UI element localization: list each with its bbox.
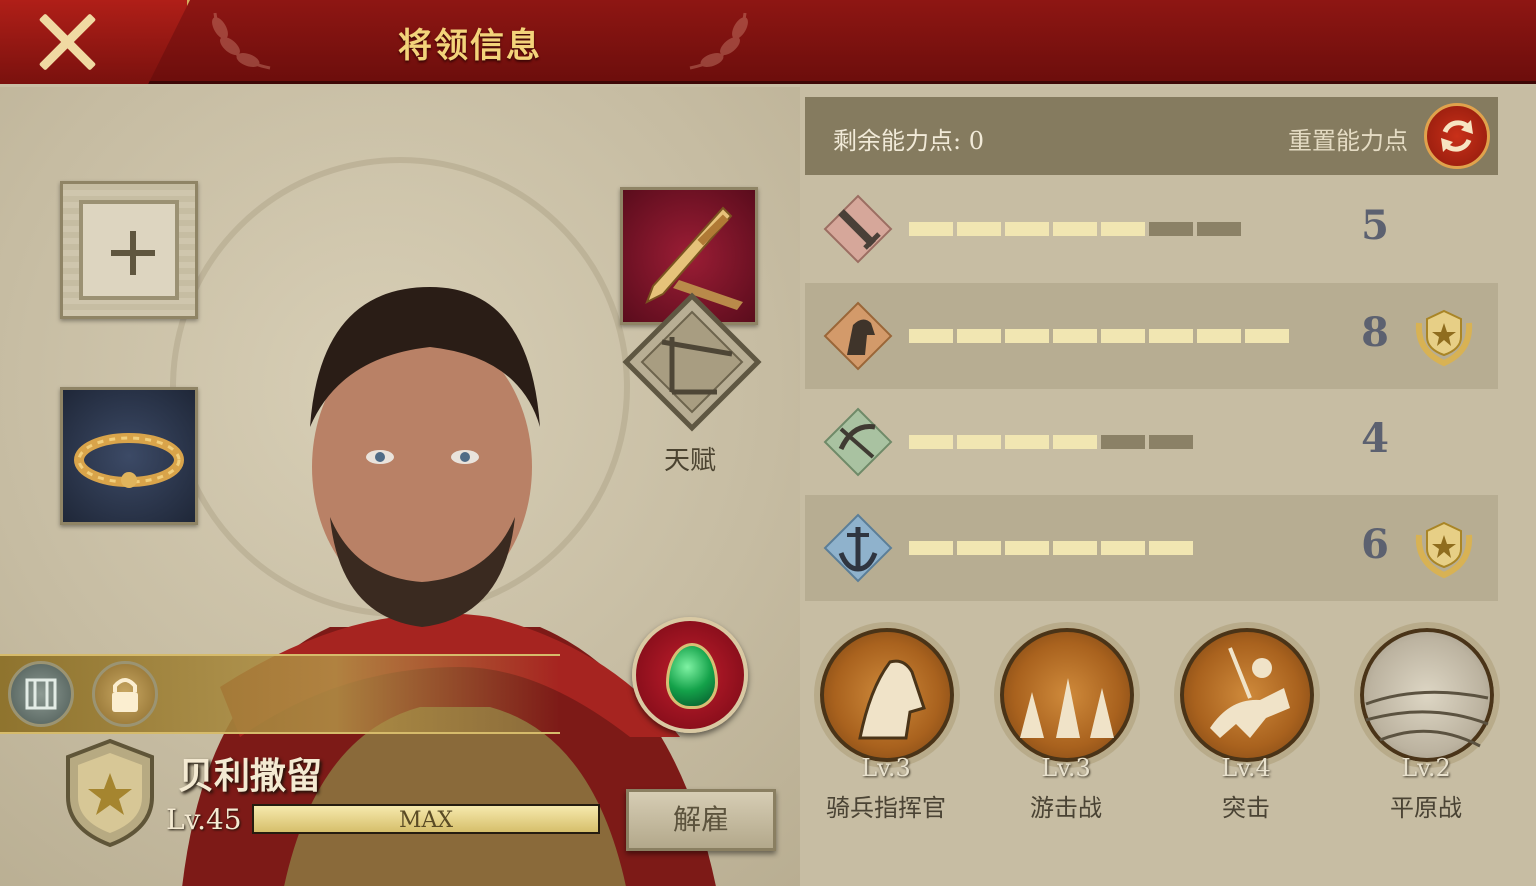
skill-level: Lv.4 [1221, 754, 1271, 782]
stat-row-naval: 6 [805, 495, 1498, 601]
emerald-icon [666, 643, 718, 709]
stat-segments [909, 222, 1241, 236]
stat-row-cavalry: 8 [805, 283, 1498, 389]
level-max-text: MAX [398, 808, 454, 833]
skill-cavalry-commander[interactable]: Lv.3 骑兵指挥官 [806, 622, 966, 832]
stat-value: 8 [1361, 309, 1389, 356]
sword-icon [823, 194, 893, 264]
skill-name: 骑兵指挥官 [826, 794, 946, 822]
stat-value: 4 [1361, 415, 1389, 462]
lock-icon [112, 678, 138, 712]
general-stage: 天赋 贝利撒留 Lv.45 MAX 解雇 [0, 87, 800, 886]
stat-row-archery: 4 [805, 389, 1498, 495]
skill-level: Lv.2 [1401, 754, 1451, 782]
laurel-left-icon [212, 12, 271, 70]
skill-name: 平原战 [1390, 794, 1462, 822]
bow-icon [823, 407, 893, 477]
reset-points-button[interactable] [1424, 103, 1490, 169]
level-progress-bar: MAX [252, 804, 600, 834]
close-icon [36, 10, 98, 72]
skill-level: Lv.3 [861, 754, 911, 782]
star-badge-icon [1415, 521, 1473, 579]
ability-points-bar: 剩余能力点: 0 重置能力点 [805, 97, 1498, 175]
stat-segments [909, 435, 1193, 449]
header-bar: 将领信息 [0, 0, 1536, 84]
horse-icon [823, 301, 893, 371]
anchor-icon [823, 513, 893, 583]
army-button[interactable] [8, 661, 74, 727]
stat-value: 6 [1361, 521, 1389, 568]
stat-segments [909, 329, 1289, 343]
laurel-right-icon [689, 12, 748, 70]
skill-assault[interactable]: Lv.4 突击 [1166, 622, 1326, 832]
refresh-icon [1441, 120, 1473, 152]
skill-level: Lv.3 [1041, 754, 1091, 782]
level-label: Lv.45 [166, 803, 242, 836]
close-button[interactable] [0, 0, 190, 84]
general-name: 贝利撒留 [178, 755, 323, 797]
gem-button[interactable] [632, 617, 748, 733]
page-title: 将领信息 [398, 26, 542, 66]
skill-name: 游击战 [1030, 794, 1102, 822]
lock-button[interactable] [92, 661, 158, 727]
horse-head-icon[interactable] [814, 622, 960, 768]
rank-shield-icon [66, 738, 154, 848]
charging-rider-icon[interactable] [1174, 622, 1320, 768]
remaining-points: 剩余能力点: 0 [833, 127, 984, 155]
plains-icon[interactable] [1354, 622, 1500, 768]
name-strip [0, 654, 560, 734]
skill-name: 突击 [1222, 794, 1270, 822]
reset-points-label: 重置能力点 [1288, 127, 1408, 155]
star-badge-icon [1415, 309, 1473, 367]
stat-segments [909, 541, 1193, 555]
horsemen-icon[interactable] [994, 622, 1140, 768]
skill-plains-battle[interactable]: Lv.2 平原战 [1346, 622, 1506, 832]
legion-icon [25, 678, 57, 710]
stat-value: 5 [1361, 202, 1389, 249]
stat-row-attack: 5 [805, 176, 1498, 282]
dismiss-button[interactable]: 解雇 [626, 789, 776, 851]
skill-guerrilla[interactable]: Lv.3 游击战 [986, 622, 1146, 832]
